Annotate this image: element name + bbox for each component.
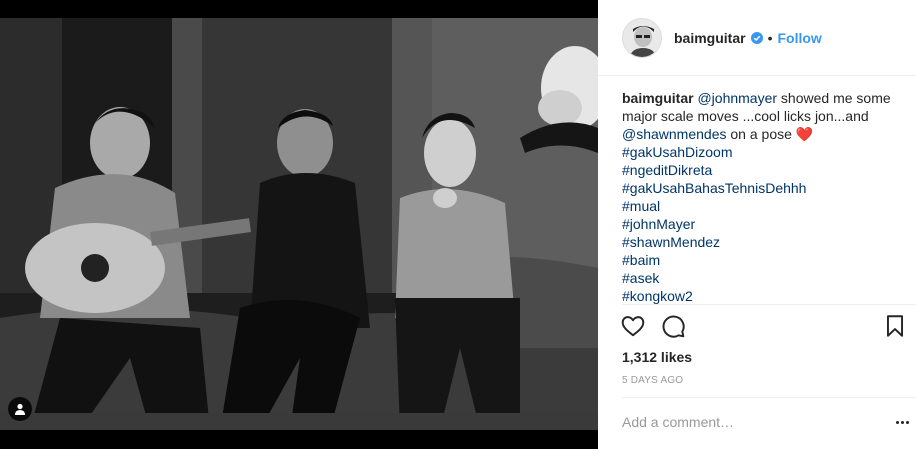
comment-input[interactable] <box>622 409 892 435</box>
more-dot-icon <box>905 420 909 424</box>
post-actions <box>620 313 910 343</box>
post-caption: baimguitar @johnmayer showed me some maj… <box>622 89 912 304</box>
post-photo[interactable] <box>0 18 598 430</box>
likes-count[interactable]: 1,312 likes <box>622 349 692 365</box>
username-link[interactable]: baimguitar <box>674 30 746 46</box>
hashtag-link[interactable]: #kongkow2 <box>622 287 912 304</box>
heart-icon <box>621 316 645 337</box>
hashtag-link[interactable]: #gakUsahBahasTehnisDehhh <box>622 179 912 197</box>
comment-button[interactable] <box>660 313 688 341</box>
more-dot-icon <box>895 420 899 424</box>
save-button[interactable] <box>882 313 910 341</box>
mention-shawnmendes-link[interactable]: @shawnmendes <box>622 126 727 142</box>
instagram-post: baimguitar • Follow baimguitar @johnmaye… <box>0 0 916 449</box>
hashtag-link[interactable]: #johnMayer <box>622 215 912 233</box>
tagged-users-button[interactable] <box>8 397 32 421</box>
post-timestamp[interactable]: 5 DAYS AGO <box>622 375 683 386</box>
comment-icon <box>662 315 685 338</box>
avatar[interactable] <box>622 17 662 58</box>
divider <box>622 304 916 305</box>
post-photo-container <box>0 0 598 449</box>
person-icon <box>15 403 25 415</box>
more-options-button[interactable] <box>893 414 911 430</box>
header-separator: • <box>767 29 773 46</box>
bookmark-icon <box>886 315 904 337</box>
photo-illustration <box>0 18 598 430</box>
like-button[interactable] <box>620 313 648 341</box>
hashtag-link[interactable]: #gakUsahDizoom <box>622 143 912 161</box>
avatar-image <box>623 18 661 57</box>
caption-author-link[interactable]: baimguitar <box>622 90 694 106</box>
verified-badge-icon <box>750 31 763 44</box>
hashtag-link[interactable]: #ngeditDikreta <box>622 161 912 179</box>
post-side-panel: baimguitar • Follow baimguitar @johnmaye… <box>598 0 916 449</box>
caption-text-2: on a pose <box>726 126 796 142</box>
hashtag-link[interactable]: #shawnMendez <box>622 233 912 251</box>
hashtag-link[interactable]: #mual <box>622 197 912 215</box>
mention-johnmayer-link[interactable]: @johnmayer <box>697 90 777 106</box>
hashtag-link[interactable]: #asek <box>622 269 912 287</box>
post-header: baimguitar • Follow <box>598 0 916 76</box>
heart-emoji: ❤️ <box>795 126 814 142</box>
follow-button[interactable]: Follow <box>777 30 821 46</box>
hashtag-link[interactable]: #baim <box>622 251 912 269</box>
more-dot-icon <box>900 420 904 424</box>
divider <box>622 397 916 398</box>
